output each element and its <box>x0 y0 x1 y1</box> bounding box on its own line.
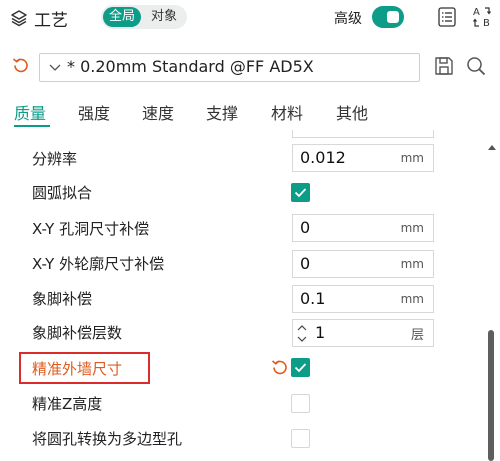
elephant-foot-input[interactable]: 0.1 mm <box>292 285 434 313</box>
arc-fitting-checkbox[interactable] <box>291 183 310 202</box>
precise-wall-label: 精准外墙尺寸 <box>32 360 123 378</box>
xy-contour-comp-label: X-Y 外轮廓尺寸补偿 <box>32 255 165 273</box>
settings-tabs: 质量 强度 速度 支撑 材料 其他 <box>0 100 500 128</box>
save-icon[interactable] <box>434 56 454 76</box>
tab-others[interactable]: 其他 <box>336 100 368 124</box>
advanced-label: 高级 <box>334 11 362 27</box>
resolution-value: 0.012 <box>300 148 346 167</box>
spin-down-icon[interactable] <box>297 335 307 343</box>
scroll-up-arrow-icon[interactable] <box>486 142 498 152</box>
elephant-foot-layers-stepper[interactable]: 1 层 <box>292 319 434 347</box>
arc-fitting-label: 圆弧拟合 <box>32 184 93 202</box>
svg-text:A: A <box>473 7 480 18</box>
xy-hole-comp-label: X-Y 孔洞尺寸补偿 <box>32 220 150 238</box>
precise-wall-checkbox[interactable] <box>291 358 310 377</box>
mode-object-button[interactable]: 对象 <box>145 7 183 27</box>
elephant-foot-layers-value: 1 <box>315 323 326 342</box>
search-icon[interactable] <box>466 56 486 76</box>
resolution-input[interactable]: 0.012 mm <box>292 144 434 172</box>
xy-hole-comp-unit: mm <box>400 221 424 235</box>
xy-contour-comp-value: 0 <box>300 254 311 273</box>
resolution-label: 分辨率 <box>32 150 78 168</box>
precise-z-checkbox[interactable] <box>291 394 310 413</box>
mode-global-button[interactable]: 全局 <box>103 7 141 27</box>
xy-contour-comp-unit: mm <box>400 257 424 271</box>
xy-hole-comp-value: 0 <box>300 218 311 237</box>
chevron-down-icon <box>49 64 61 71</box>
tab-strength[interactable]: 强度 <box>78 100 110 124</box>
preset-select[interactable]: * 0.20mm Standard @FF AD5X <box>39 53 420 82</box>
elephant-foot-value: 0.1 <box>300 289 326 308</box>
precise-z-label: 精准Z高度 <box>32 395 103 413</box>
tab-quality[interactable]: 质量 <box>14 100 46 124</box>
process-header: 工艺 全局 对象 高级 A B <box>0 0 500 38</box>
tab-material[interactable]: 材料 <box>271 100 303 124</box>
list-view-icon[interactable] <box>438 7 456 27</box>
layers-icon <box>11 10 27 27</box>
resolution-unit: mm <box>400 151 424 165</box>
toggle-knob <box>387 11 399 23</box>
svg-text:B: B <box>483 18 490 29</box>
elephant-foot-unit: mm <box>400 292 424 306</box>
global-object-switch: 全局 对象 <box>101 5 187 29</box>
spin-up-icon[interactable] <box>297 324 307 332</box>
reset-preset-icon[interactable] <box>12 56 30 74</box>
polyholes-label: 将圆孔转换为多边型孔 <box>32 430 183 448</box>
partial-field-above <box>292 130 434 138</box>
checkmark-icon <box>294 188 307 198</box>
active-tab-indicator <box>14 125 50 127</box>
checkmark-icon <box>294 363 307 373</box>
compare-icon[interactable]: A B <box>472 5 492 29</box>
preset-value: * 0.20mm Standard @FF AD5X <box>67 57 314 76</box>
xy-hole-comp-input[interactable]: 0 mm <box>292 214 434 242</box>
revert-icon[interactable] <box>271 358 289 376</box>
scrollbar-thumb[interactable] <box>488 330 494 461</box>
elephant-foot-layers-label: 象脚补偿层数 <box>32 324 123 342</box>
elephant-foot-label: 象脚补偿 <box>32 290 93 308</box>
tab-support[interactable]: 支撑 <box>206 100 238 124</box>
advanced-toggle[interactable] <box>372 6 404 28</box>
elephant-foot-layers-unit: 层 <box>410 328 424 343</box>
xy-contour-comp-input[interactable]: 0 mm <box>292 250 434 278</box>
tab-speed[interactable]: 速度 <box>142 100 174 124</box>
page-title: 工艺 <box>34 11 68 31</box>
polyholes-checkbox[interactable] <box>291 429 310 448</box>
